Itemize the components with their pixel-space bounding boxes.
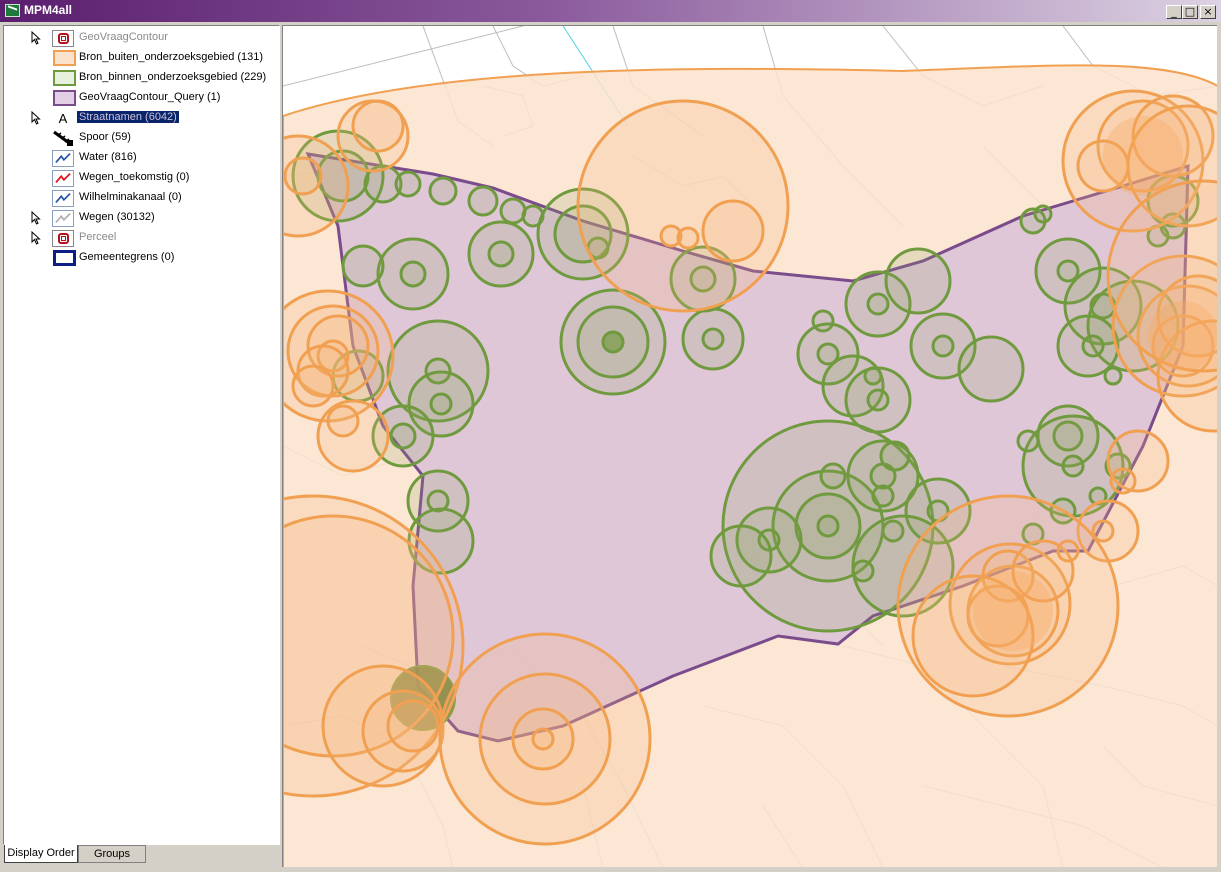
layer-bron-binnen[interactable]: Bron_binnen_onderzoeksgebied (229) <box>4 68 279 88</box>
layer-geovraagcontour[interactable]: GeoVraagContour <box>4 28 279 48</box>
layer-wegen-toekomstig[interactable]: Wegen_toekomstig (0) <box>4 168 279 188</box>
layer-wegen[interactable]: Wegen (30132) <box>4 208 279 228</box>
group-icon <box>52 230 74 247</box>
layer-label[interactable]: Straatnamen (6042) <box>77 111 179 123</box>
layer-straatnamen[interactable]: A Straatnamen (6042) <box>4 108 279 128</box>
canal-line-icon <box>52 190 74 207</box>
layer-label: Spoor (59) <box>79 131 131 143</box>
layer-label: Wegen_toekomstig (0) <box>79 171 190 183</box>
rail-line-icon <box>53 130 73 147</box>
purple-polygon-icon <box>53 90 76 106</box>
layer-label: Perceel <box>79 231 117 243</box>
selectable-arrow-icon <box>31 111 41 125</box>
navy-polygon-icon <box>53 250 76 266</box>
selectable-arrow-icon <box>31 31 41 45</box>
title-bar: MPM4all _ □ × <box>0 0 1221 22</box>
layer-perceel[interactable]: Perceel <box>4 228 279 248</box>
app-map-icon <box>5 4 20 17</box>
map-canvas[interactable] <box>283 26 1217 867</box>
future-roads-line-icon <box>52 170 74 187</box>
selectable-arrow-icon <box>31 231 41 245</box>
layer-label: GeoVraagContour <box>79 31 168 43</box>
roads-line-icon <box>52 210 74 227</box>
selectable-arrow-icon <box>31 211 41 225</box>
minimize-button[interactable]: _ <box>1166 5 1182 19</box>
layer-bron-buiten[interactable]: Bron_buiten_onderzoeksgebied (131) <box>4 48 279 68</box>
layer-label: Wegen (30132) <box>79 211 155 223</box>
water-line-icon <box>52 150 74 167</box>
layer-label: Bron_buiten_onderzoeksgebied (131) <box>79 51 264 63</box>
layer-gemeentegrens[interactable]: Gemeentegrens (0) <box>4 248 279 268</box>
green-polygon-icon <box>53 70 76 86</box>
group-icon <box>52 30 74 47</box>
layer-label: Wilhelminakanaal (0) <box>79 191 182 203</box>
tab-display-order[interactable]: Display Order <box>4 845 78 863</box>
text-label-icon: A <box>58 111 68 126</box>
layer-label: Water (816) <box>79 151 137 163</box>
green-source-center <box>603 332 623 352</box>
layer-label: Bron_binnen_onderzoeksgebied (229) <box>79 71 267 83</box>
layer-wilhelminakanaal[interactable]: Wilhelminakanaal (0) <box>4 188 279 208</box>
map-view[interactable] <box>282 25 1217 867</box>
layer-label: GeoVraagContour_Query (1) <box>79 91 221 103</box>
orange-polygon-icon <box>53 50 76 66</box>
window-title: MPM4all <box>24 3 73 17</box>
layer-water[interactable]: Water (816) <box>4 148 279 168</box>
layer-spoor[interactable]: Spoor (59) <box>4 128 279 148</box>
close-button[interactable]: × <box>1200 5 1216 19</box>
maximize-button[interactable]: □ <box>1182 5 1198 19</box>
tab-groups[interactable]: Groups <box>78 845 146 863</box>
layer-geovraagcontour-query[interactable]: GeoVraagContour_Query (1) <box>4 88 279 108</box>
layer-legend-panel: GeoVraagContour Bron_buiten_onderzoeksge… <box>3 25 280 845</box>
layer-label: Gemeentegrens (0) <box>79 251 175 263</box>
